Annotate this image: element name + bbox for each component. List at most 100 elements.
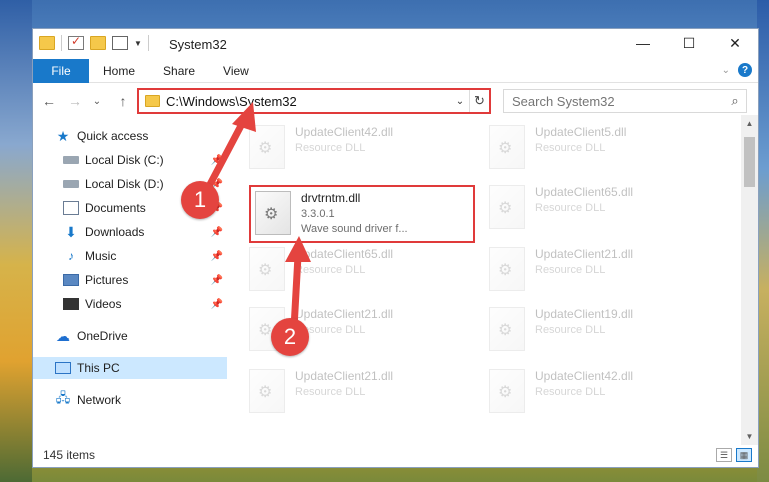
sidebar-item-downloads[interactable]: ⬇ Downloads 📌 [33, 221, 227, 243]
highlight-box [249, 185, 475, 243]
file-list: UpdateClient42.dllResource DLL UpdateCli… [229, 115, 743, 441]
tiles-view-icon[interactable]: ▦ [736, 448, 752, 462]
desktop-background-left [0, 0, 32, 482]
tab-share[interactable]: Share [149, 59, 209, 83]
sidebar-item-label: OneDrive [77, 329, 128, 343]
chevron-down-icon[interactable]: ⌄ [451, 96, 469, 107]
dll-file-icon [489, 307, 525, 351]
customize-icon[interactable] [112, 36, 128, 50]
navigation-pane: ★ Quick access Local Disk (C:) 📌 Local D… [33, 125, 227, 439]
search-icon[interactable]: ⌕ [724, 93, 746, 109]
ribbon-tabs: File Home Share View [33, 58, 758, 83]
window-controls: — ☐ ✕ [620, 29, 758, 57]
back-button[interactable]: ← [39, 91, 59, 111]
dll-file-icon [249, 369, 285, 413]
videos-icon [63, 298, 79, 310]
expand-ribbon-icon[interactable]: ⌄ [722, 65, 730, 76]
ribbon-right-controls: ⌄ ? [722, 63, 752, 77]
disk-icon [63, 156, 79, 164]
status-bar: 145 items ☰ ▦ [33, 443, 758, 467]
quick-access-toolbar: ▼ [39, 34, 149, 51]
pin-icon[interactable]: 📌 [211, 275, 223, 286]
documents-icon [63, 201, 79, 215]
recent-locations-button[interactable]: ⌄ [87, 91, 107, 111]
qat-dropdown-icon[interactable]: ▼ [134, 39, 142, 48]
refresh-button[interactable]: ↻ [469, 90, 489, 112]
dll-file-icon [489, 125, 525, 169]
star-icon: ★ [56, 127, 70, 144]
pin-icon[interactable]: 📌 [211, 251, 223, 262]
view-buttons: ☰ ▦ [716, 448, 752, 462]
disk-icon [63, 180, 79, 188]
folder-icon [145, 95, 160, 107]
sidebar-item-label: Network [77, 393, 122, 407]
sidebar-item-videos[interactable]: Videos 📌 [33, 293, 227, 315]
sidebar-item-onedrive[interactable]: ☁ OneDrive [33, 325, 227, 347]
pin-icon[interactable]: 📌 [211, 299, 223, 310]
vertical-scrollbar[interactable]: ▲ ▼ [741, 115, 758, 445]
sidebar-item-this-pc[interactable]: This PC [33, 357, 227, 379]
sidebar-item-pictures[interactable]: Pictures 📌 [33, 269, 227, 291]
dll-file-icon [249, 247, 285, 291]
sidebar-item-label: Pictures [85, 273, 129, 287]
sidebar-item-label: Documents [85, 201, 146, 215]
file-item[interactable]: UpdateClient19.dllResource DLL [489, 307, 709, 355]
file-item[interactable]: UpdateClient21.dllResource DLL [489, 247, 709, 295]
folder-icon [39, 36, 55, 50]
qat-separator [147, 35, 149, 51]
dll-file-icon [489, 247, 525, 291]
callout-2: 2 [271, 318, 309, 356]
sidebar-item-label: Local Disk (C:) [85, 153, 164, 167]
dll-file-icon [489, 185, 525, 229]
maximize-button[interactable]: ☐ [666, 29, 712, 57]
properties-check-icon[interactable] [68, 34, 84, 50]
forward-button[interactable]: → [65, 91, 85, 111]
details-view-icon[interactable]: ☰ [716, 448, 732, 462]
pin-icon[interactable]: 📌 [211, 227, 223, 238]
file-item[interactable]: UpdateClient65.dllResource DLL [489, 185, 709, 233]
search-input[interactable] [512, 93, 724, 109]
scroll-up-icon[interactable]: ▲ [741, 115, 758, 132]
new-folder-icon[interactable] [90, 36, 106, 50]
cloud-icon: ☁ [56, 327, 70, 344]
network-icon: 🖧 [55, 390, 71, 405]
sidebar-item-network[interactable]: 🖧 Network [33, 389, 227, 411]
title-bar: ▼ System32 — ☐ ✕ [33, 29, 758, 59]
sidebar-item-label: Local Disk (D:) [85, 177, 164, 191]
help-icon[interactable]: ? [738, 63, 752, 77]
pc-icon [55, 362, 71, 374]
tab-view[interactable]: View [209, 59, 263, 83]
up-button[interactable]: ↑ [113, 91, 133, 111]
sidebar-item-label: Music [85, 249, 117, 263]
callout-1: 1 [181, 181, 219, 219]
address-bar[interactable]: C:\Windows\System32 ⌄ ↻ [137, 88, 491, 114]
navigation-bar: ← → ⌄ ↑ C:\Windows\System32 ⌄ ↻ ⌕ [33, 87, 758, 115]
file-item[interactable]: UpdateClient42.dllResource DLL [489, 369, 709, 417]
sidebar-item-local-disk-c[interactable]: Local Disk (C:) 📌 [33, 149, 227, 171]
explorer-window: ▼ System32 — ☐ ✕ File Home Share View ⌄ … [32, 28, 759, 468]
file-item[interactable]: UpdateClient5.dllResource DLL [489, 125, 709, 173]
sidebar-item-label: Quick access [77, 129, 149, 143]
search-box[interactable]: ⌕ [503, 89, 747, 113]
sidebar-item-label: Videos [85, 297, 122, 311]
dll-file-icon [489, 369, 525, 413]
file-item[interactable]: UpdateClient42.dllResource DLL [249, 125, 469, 173]
pin-icon[interactable]: 📌 [211, 155, 223, 166]
tab-home[interactable]: Home [89, 59, 149, 83]
file-item[interactable]: UpdateClient65.dllResource DLL [249, 247, 469, 295]
sidebar-item-label: Downloads [85, 225, 145, 239]
pictures-icon [63, 274, 79, 286]
address-path[interactable]: C:\Windows\System32 [166, 94, 451, 109]
scroll-thumb[interactable] [744, 137, 755, 187]
sidebar-item-music[interactable]: ♪ Music 📌 [33, 245, 227, 267]
item-count: 145 items [43, 448, 96, 462]
sidebar-item-label: This PC [77, 361, 120, 375]
tab-file[interactable]: File [33, 58, 89, 83]
qat-separator [61, 35, 62, 51]
window-title: System32 [169, 37, 227, 52]
close-button[interactable]: ✕ [712, 29, 758, 57]
minimize-button[interactable]: — [620, 29, 666, 57]
sidebar-item-quick-access[interactable]: ★ Quick access [33, 125, 227, 147]
file-item[interactable]: UpdateClient21.dllResource DLL [249, 369, 469, 417]
music-icon: ♪ [68, 249, 74, 263]
